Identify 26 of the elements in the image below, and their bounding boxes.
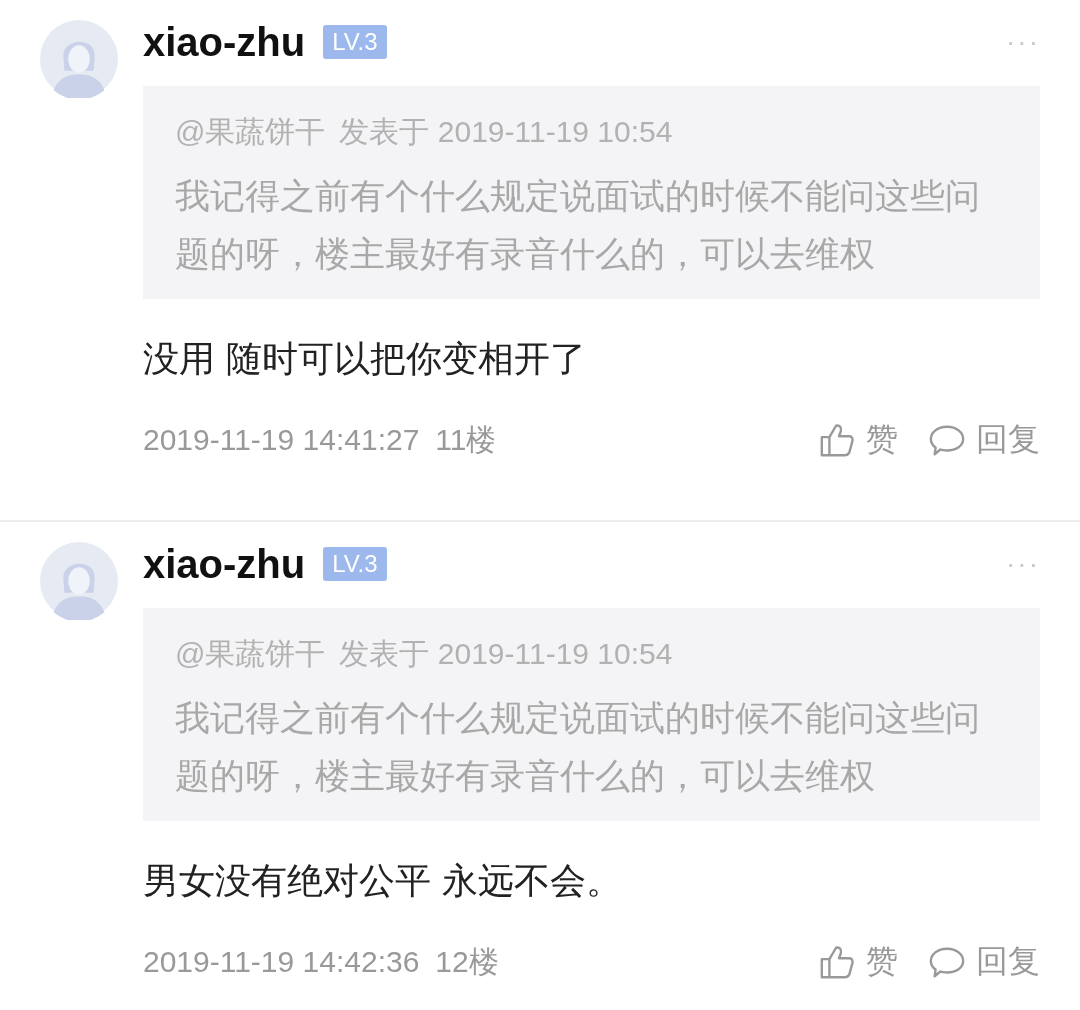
level-badge: LV.3 bbox=[323, 25, 387, 59]
avatar-icon[interactable] bbox=[40, 20, 118, 98]
quote-date: 发表于 2019-11-19 10:54 bbox=[339, 114, 673, 150]
comment-text: 没用 随时可以把你变相开了 bbox=[143, 337, 588, 381]
quote-text: 我记得之前有个什么规定说面试的时候不能问这些问题的呀，楼主最好有录音什么的，可以去维权 bbox=[175, 697, 981, 798]
quote-author[interactable]: @果蔬饼干 bbox=[175, 112, 326, 153]
avatar-icon[interactable] bbox=[40, 542, 118, 620]
like-button[interactable]: 赞 bbox=[818, 940, 898, 984]
more-button[interactable]: ··· bbox=[1006, 548, 1040, 580]
comment-time: 2019-11-19 14:42:36 bbox=[143, 945, 420, 979]
quote-author[interactable]: @果蔬饼干 bbox=[175, 634, 326, 675]
username[interactable]: xiao-zhu bbox=[143, 541, 306, 587]
username[interactable]: xiao-zhu bbox=[143, 19, 306, 65]
reply-button[interactable]: 回复 bbox=[928, 940, 1040, 984]
floor-number: 11楼 bbox=[435, 421, 497, 458]
reply-button[interactable]: 回复 bbox=[928, 418, 1040, 462]
comment-text: 男女没有绝对公平 永远不会。 bbox=[143, 859, 624, 903]
like-button[interactable]: 赞 bbox=[818, 418, 898, 462]
quote-date: 发表于 2019-11-19 10:54 bbox=[339, 636, 673, 672]
more-button[interactable]: ··· bbox=[1006, 26, 1040, 58]
level-badge: LV.3 bbox=[323, 547, 387, 581]
thumbs-up-icon bbox=[818, 943, 856, 981]
floor-number: 12楼 bbox=[435, 943, 499, 980]
thumbs-up-icon bbox=[818, 421, 856, 459]
comment-time: 2019-11-19 14:41:27 bbox=[143, 423, 420, 457]
quote-text: 我记得之前有个什么规定说面试的时候不能问这些问题的呀，楼主最好有录音什么的，可以去维权 bbox=[175, 175, 981, 276]
